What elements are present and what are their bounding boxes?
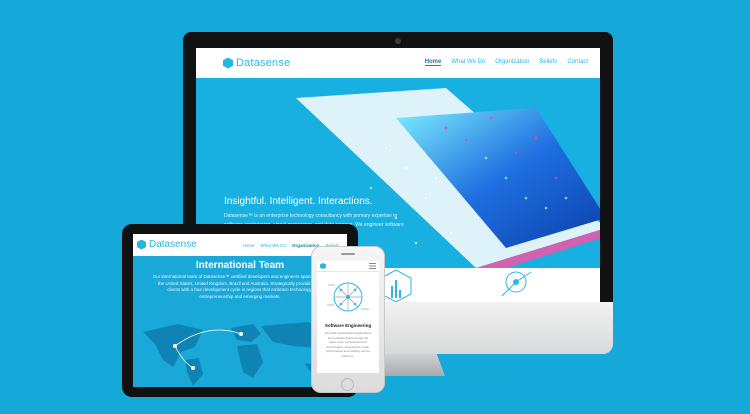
phone-device: Software Engineering We build sophistica…: [311, 246, 385, 393]
hero-title: Insightful. Intelligent. Interactions.: [224, 196, 373, 207]
circuit-brain-icon: [327, 282, 369, 312]
cube-icon: [137, 239, 146, 250]
phone-header: [317, 261, 379, 272]
tablet-logo-text: Datasense: [149, 239, 197, 250]
cube-icon: [223, 57, 233, 69]
tablet-nav-what-we-do[interactable]: What We Do: [261, 243, 286, 248]
camera: [395, 38, 401, 44]
tablet-logo[interactable]: Datasense: [137, 239, 197, 250]
cube-icon[interactable]: [320, 263, 326, 269]
team-body: Our international team of Datasense™ cer…: [152, 274, 328, 299]
tablet-nav-home[interactable]: Home: [243, 243, 255, 248]
phone-screen: Software Engineering We build sophistica…: [317, 261, 379, 373]
phone-speaker: [341, 253, 355, 255]
hamburger-menu-icon[interactable]: [369, 263, 376, 269]
service-body: We build sophisticated applications and …: [324, 331, 372, 358]
home-button[interactable]: [341, 378, 354, 391]
showcase-stage: Datasense Home What We Do Organization B…: [0, 0, 750, 414]
service-title: Software Engineering: [324, 323, 372, 328]
